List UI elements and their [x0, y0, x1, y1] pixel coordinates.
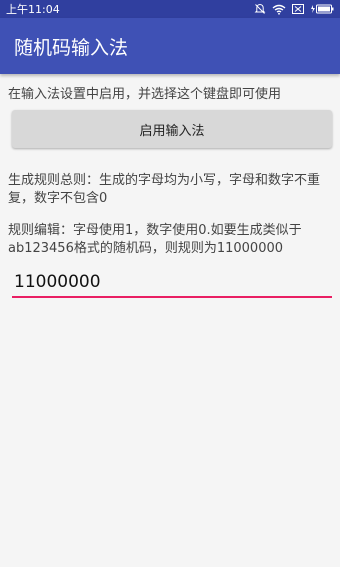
app-title: 随机码输入法: [14, 36, 129, 59]
wifi-icon: [272, 4, 286, 15]
rule-input-field: [12, 268, 332, 298]
status-time: 上午11:04: [6, 3, 60, 16]
sim-icon: [292, 4, 304, 14]
enable-ime-button[interactable]: 启用输入法: [12, 110, 332, 148]
status-icons: [254, 3, 334, 15]
alarm-off-icon: [254, 3, 266, 15]
app-bar: 随机码输入法: [0, 18, 340, 74]
rule-edit-hint-text: 规则编辑：字母使用1，数字使用0.如要生成类似于ab123456格式的随机码，则…: [8, 223, 302, 256]
battery-icon: [310, 4, 334, 14]
status-bar: 上午11:04: [0, 0, 340, 18]
rule-summary-text: 生成规则总则：生成的字母均为小写，字母和数字不重复，数字不包含0: [8, 173, 321, 206]
main-content: 在输入法设置中启用，并选择这个键盘即可使用 启用输入法 生成规则总则：生成的字母…: [0, 74, 340, 298]
enable-hint-text: 在输入法设置中启用，并选择这个键盘即可使用: [8, 87, 282, 102]
rule-input[interactable]: [12, 272, 332, 292]
